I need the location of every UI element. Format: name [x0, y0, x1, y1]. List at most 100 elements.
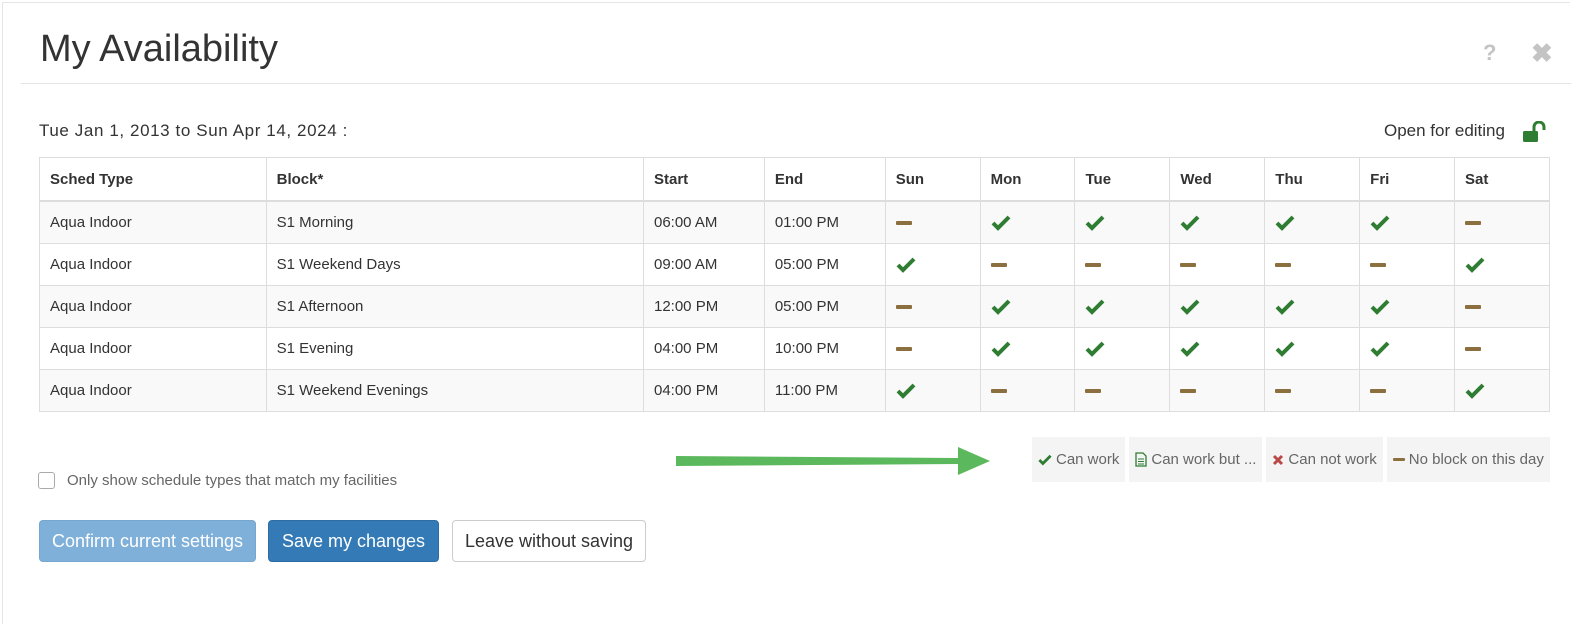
day-cell-tue[interactable]: [1074, 285, 1171, 328]
day-cell-thu[interactable]: [1264, 369, 1361, 412]
start-cell: 04:00 PM: [642, 327, 765, 370]
day-cell-fri[interactable]: [1359, 327, 1456, 370]
day-cell-thu[interactable]: [1264, 285, 1361, 328]
legend-item-can-not-work: Can not work: [1266, 437, 1383, 482]
day-cell-sat[interactable]: [1454, 200, 1550, 244]
table-header-row: Sched Type Block* Start End Sun Mon Tue …: [39, 157, 1550, 202]
check-icon: [896, 383, 916, 399]
check-icon: [1180, 299, 1200, 315]
day-cell-wed[interactable]: [1169, 285, 1266, 328]
column-header: Start: [642, 157, 765, 202]
table-row: Aqua Indoor S1 Afternoon 12:00 PM 05:00 PM: [39, 285, 1550, 328]
sched-type-cell: Aqua Indoor: [39, 200, 267, 244]
day-cell-sun[interactable]: [884, 369, 981, 412]
day-cell-wed[interactable]: [1169, 243, 1266, 286]
day-cell-mon[interactable]: [979, 369, 1076, 412]
day-cell-mon[interactable]: [979, 327, 1076, 370]
day-cell-thu[interactable]: [1264, 200, 1361, 244]
day-cell-sun[interactable]: [884, 200, 981, 244]
column-header: Sched Type: [39, 157, 267, 202]
day-cell-sun[interactable]: [884, 285, 981, 328]
table-row: Aqua Indoor S1 Morning 06:00 AM 01:00 PM: [39, 200, 1550, 244]
day-cell-fri[interactable]: [1359, 285, 1456, 328]
arrow-graphic: [676, 447, 990, 475]
dash-icon: [895, 347, 912, 352]
save-changes-button[interactable]: Save my changes: [268, 520, 439, 562]
day-cell-thu[interactable]: [1264, 243, 1361, 286]
date-range: Tue Jan 1, 2013 to Sun Apr 14, 2024 :: [39, 121, 348, 140]
block-cell: S1 Morning: [265, 200, 644, 244]
day-cell-sat[interactable]: [1454, 243, 1550, 286]
day-cell-fri[interactable]: [1359, 200, 1456, 244]
check-icon: [991, 215, 1011, 231]
confirm-settings-button[interactable]: Confirm current settings: [39, 520, 256, 562]
unlock-icon[interactable]: [1522, 121, 1548, 143]
check-icon: [991, 341, 1011, 357]
day-cell-sun[interactable]: [884, 327, 981, 370]
dash-icon: [1392, 458, 1405, 461]
day-cell-wed[interactable]: [1169, 369, 1266, 412]
check-icon: [1275, 299, 1295, 315]
end-cell: 10:00 PM: [763, 327, 886, 370]
day-cell-fri[interactable]: [1359, 243, 1456, 286]
column-header: Sat: [1454, 157, 1550, 202]
day-cell-sat[interactable]: [1454, 369, 1550, 412]
check-icon: [1275, 341, 1295, 357]
dash-icon: [1275, 263, 1292, 268]
close-icon[interactable]: ✖: [1531, 40, 1553, 66]
sched-type-cell: Aqua Indoor: [39, 285, 267, 328]
check-icon: [1038, 454, 1052, 466]
facility-filter-label: Only show schedule types that match my f…: [67, 472, 398, 489]
dialog-title: My Availability: [40, 28, 278, 70]
check-icon: [1275, 215, 1295, 231]
legend-label: Can work but ...: [1151, 451, 1257, 468]
day-cell-tue[interactable]: [1074, 243, 1171, 286]
column-header: Fri: [1359, 157, 1456, 202]
legend-item-can-work: Can work: [1032, 437, 1126, 482]
day-cell-sat[interactable]: [1454, 327, 1550, 370]
day-cell-mon[interactable]: [979, 285, 1076, 328]
facility-filter-checkbox[interactable]: [38, 472, 55, 489]
day-cell-wed[interactable]: [1169, 200, 1266, 244]
x-icon: [1272, 454, 1284, 466]
table-body: Aqua Indoor S1 Morning 06:00 AM 01:00 PM Aqu…: [39, 200, 1550, 412]
block-cell: S1 Weekend Evenings: [265, 369, 644, 412]
dash-icon: [1275, 389, 1292, 394]
block-cell: S1 Afternoon: [265, 285, 644, 328]
table-row: Aqua Indoor S1 Weekend Days 09:00 AM 05:00 …: [39, 243, 1550, 286]
legend-label: Can work: [1056, 451, 1120, 468]
day-cell-mon[interactable]: [979, 243, 1076, 286]
sched-type-cell: Aqua Indoor: [39, 327, 267, 370]
dash-icon: [1465, 305, 1482, 310]
day-cell-sun[interactable]: [884, 243, 981, 286]
day-cell-fri[interactable]: [1359, 369, 1456, 412]
leave-without-saving-button[interactable]: Leave without saving: [452, 520, 646, 562]
table-row: Aqua Indoor S1 Evening 04:00 PM 10:00 PM: [39, 327, 1550, 370]
column-header: Mon: [979, 157, 1076, 202]
day-cell-tue[interactable]: [1074, 200, 1171, 244]
dash-icon: [895, 305, 912, 310]
legend-item-can-work-but: Can work but ...: [1129, 437, 1263, 482]
check-icon: [1370, 215, 1390, 231]
dash-icon: [895, 221, 912, 226]
dash-icon: [1180, 263, 1197, 268]
day-cell-sat[interactable]: [1454, 285, 1550, 328]
end-cell: 05:00 PM: [763, 285, 886, 328]
day-cell-thu[interactable]: [1264, 327, 1361, 370]
day-cell-tue[interactable]: [1074, 369, 1171, 412]
column-header: Tue: [1074, 157, 1171, 202]
end-cell: 05:00 PM: [763, 243, 886, 286]
dash-icon: [1180, 389, 1197, 394]
document-icon: [1135, 452, 1148, 467]
day-cell-mon[interactable]: [979, 200, 1076, 244]
dash-icon: [1085, 389, 1102, 394]
dialog-header: My Availability ? ✖: [21, 3, 1571, 84]
check-icon: [1370, 299, 1390, 315]
block-cell: S1 Weekend Days: [265, 243, 644, 286]
legend: Can work Can work but ... Can not work N…: [1032, 437, 1550, 482]
day-cell-wed[interactable]: [1169, 327, 1266, 370]
day-cell-tue[interactable]: [1074, 327, 1171, 370]
dash-icon: [1370, 263, 1387, 268]
legend-label: Can not work: [1288, 451, 1377, 468]
question-icon[interactable]: ?: [1483, 41, 1496, 65]
